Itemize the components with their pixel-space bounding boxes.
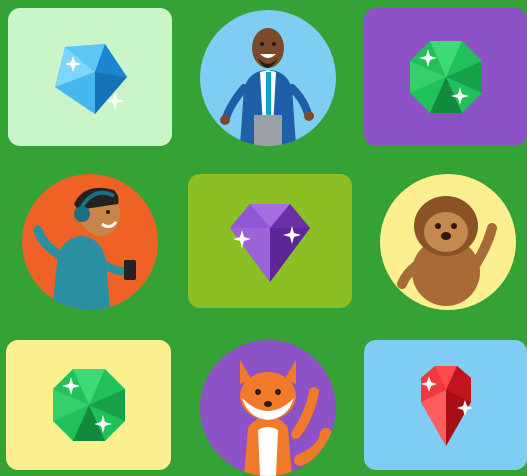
blue-gem-icon — [55, 44, 127, 114]
tile-man-avatar[interactable] — [200, 10, 336, 146]
tile-boy-avatar[interactable] — [22, 174, 158, 310]
tile-hedgehog-avatar[interactable] — [380, 174, 516, 310]
tile-green-gem-top[interactable] — [364, 8, 527, 146]
game-board — [0, 0, 527, 476]
purple-gem-icon — [230, 204, 310, 282]
tile-fox-avatar[interactable] — [200, 340, 336, 476]
green-gem-icon — [409, 41, 482, 113]
red-gem-icon — [420, 366, 473, 446]
green-gem-icon — [52, 369, 125, 441]
hedgehog-avatar — [397, 196, 497, 306]
boy-with-headphones-avatar — [33, 187, 136, 310]
fox-avatar — [240, 360, 332, 476]
tile-red-gem[interactable] — [364, 340, 527, 470]
tile-green-gem-bottom[interactable] — [6, 340, 171, 470]
tile-purple-gem[interactable] — [188, 174, 352, 308]
man-in-suit-avatar — [220, 28, 314, 146]
tile-blue-gem[interactable] — [8, 8, 172, 146]
